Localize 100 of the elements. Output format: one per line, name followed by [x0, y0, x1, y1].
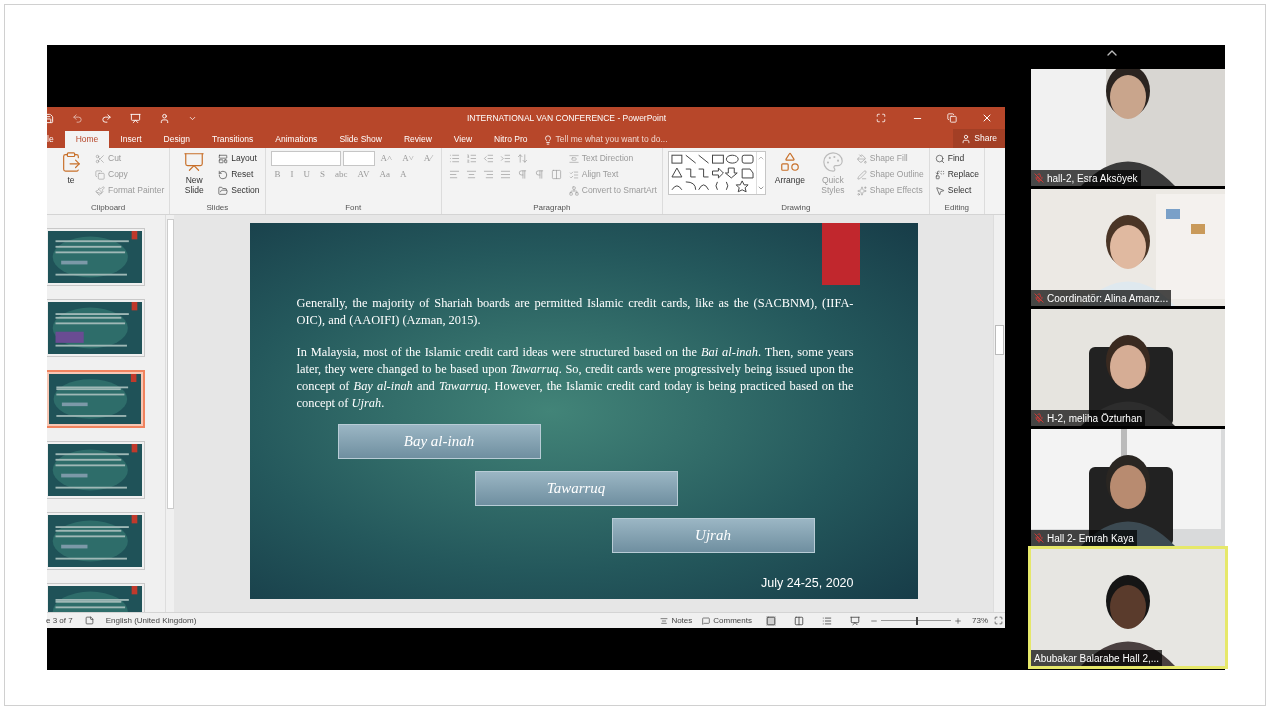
format-button[interactable]: A˄ [376, 151, 397, 166]
ribbon-icon [856, 185, 867, 196]
ribbon-icon [934, 169, 945, 180]
close-icon[interactable] [981, 112, 993, 124]
format-button[interactable]: U [299, 167, 315, 182]
font-size-field[interactable] [342, 151, 375, 166]
participant-name: H-2, meliha Özturhan [1047, 411, 1143, 426]
notes-button[interactable]: Notes [660, 614, 693, 627]
slide-counter: e 3 of 7 [46, 614, 73, 627]
spelling-icon[interactable] [84, 616, 94, 625]
format-button[interactable]: abc [331, 167, 352, 182]
diagram-box: Bay al-inah [337, 424, 541, 459]
ribbon-tab[interactable]: Slide Show [328, 131, 393, 148]
ribbon-icon [934, 153, 945, 164]
font-name-field[interactable] [270, 151, 341, 166]
paragraph-icon [516, 169, 528, 180]
ribbon-icon [856, 153, 867, 164]
slide-accent [821, 223, 860, 285]
paragraph-icon [448, 153, 460, 164]
ribbon-tab[interactable]: Animations [264, 131, 329, 148]
paragraph-icon [465, 169, 477, 180]
paragraph-icon [516, 153, 528, 164]
scroll-thumb[interactable] [166, 219, 174, 509]
ribbon-tab[interactable]: Home [64, 131, 110, 148]
video-tile[interactable]: hall-2, Esra Aksöyek [1031, 69, 1225, 186]
format-button[interactable]: A˅ [398, 151, 418, 166]
group-label: Editing [943, 202, 971, 214]
ribbon-tab[interactable]: Design [152, 131, 202, 148]
scroll-thumb[interactable] [995, 325, 1004, 355]
group-label: Clipboard [90, 202, 127, 214]
ribbon-icon [60, 151, 82, 173]
ribbon-icon [218, 169, 229, 180]
ribbon-icon [95, 169, 105, 180]
paragraph-icon [499, 169, 511, 180]
paragraph-icon [465, 153, 477, 164]
share-button[interactable]: Share [953, 129, 1005, 148]
ribbon-tab[interactable]: Nitro Pro [483, 131, 539, 148]
zoom-slider[interactable] [881, 616, 951, 625]
video-tile[interactable]: Coordinatör: Alina Amanz... [1031, 189, 1225, 306]
ribbon-button[interactable]: Find [934, 151, 965, 166]
ribbon-tab[interactable]: Review [392, 131, 443, 148]
paragraph-icon [533, 169, 545, 180]
format-button[interactable]: A [395, 167, 411, 182]
ribbon-tab[interactable]: View [442, 131, 484, 148]
format-button[interactable]: A⁄ [419, 151, 436, 166]
group-label: Drawing [780, 202, 812, 214]
slide-paragraph: Generally, the majority of Shariah boards are permitted Islamic credit cards, like as the (SACBNM), (IIFA-OIC), and (AAOIFI) (Azman, 2015). [296, 295, 854, 329]
ribbon-icon [568, 185, 579, 196]
slideshow-icon[interactable] [130, 112, 141, 124]
ribbon-button[interactable]: Reset [218, 167, 254, 182]
slide-paragraph: In Malaysia, most of the Islamic credit card ideas were structured based on the Bai al-inah. Then, some years later, they were changed to be based upon Tawarruq. So, credit cards were progressively being issued upon the concept of Bay al-inah and Tawarruq. However, the Islamic credit card today is being practiced based on the concept of Ujrah. [296, 344, 854, 412]
scrollbar[interactable] [993, 215, 1005, 612]
ribbon-tab[interactable]: Transitions [201, 131, 265, 148]
shapes-gallery[interactable] [667, 151, 766, 195]
zoom-in-icon[interactable] [954, 616, 962, 625]
scroll-up-icon[interactable] [756, 154, 765, 162]
video-tile[interactable]: H-2, meliha Özturhan [1031, 309, 1225, 426]
ribbon-icon [568, 153, 579, 164]
slideshow-view-icon[interactable] [850, 615, 860, 626]
ribbon-icon [95, 153, 105, 164]
scrollbar[interactable] [165, 215, 174, 612]
normal-view-icon[interactable] [766, 615, 776, 626]
sorter-view-icon[interactable] [794, 615, 804, 626]
video-tile[interactable]: Abubakar Balarabe Hall 2,... [1031, 549, 1225, 666]
group-label: Paragraph [532, 202, 572, 214]
ribbon-icon [183, 151, 206, 173]
ribbon-icon [218, 185, 229, 196]
ribbon-tab[interactable]: le [47, 131, 65, 148]
reading-view-icon[interactable] [822, 615, 832, 626]
ribbon-button[interactable]: Arrange [770, 151, 809, 185]
slide-date: July 24-25, 2020 [761, 575, 854, 593]
comments-button[interactable]: Comments [702, 614, 752, 627]
ribbon-button[interactable]: te [52, 151, 90, 185]
ribbon-icon [821, 151, 844, 173]
redo-icon[interactable] [101, 112, 112, 124]
person-icon [961, 133, 972, 144]
video-tile[interactable]: Hall 2- Emrah Kaya [1031, 429, 1225, 546]
diagram-box: Ujrah [611, 518, 815, 553]
format-button[interactable]: Aa [375, 167, 394, 182]
ribbon-button[interactable]: Select [934, 183, 972, 198]
scroll-down-icon[interactable] [756, 184, 765, 192]
ribbon-display-icon[interactable] [876, 113, 886, 123]
undo-icon[interactable] [72, 112, 83, 124]
participant-name: Coordinatör: Alina Amanz... [1047, 291, 1169, 306]
ribbon-button[interactable]: Replace [934, 167, 979, 182]
restore-icon[interactable] [947, 113, 957, 123]
format-button[interactable]: B [270, 167, 285, 182]
format-button[interactable]: AV [353, 167, 374, 182]
language-status[interactable]: English (United Kingdom) [105, 614, 197, 627]
tell-me-field[interactable]: Tell me what you want to do... [542, 131, 954, 148]
participant-name: Abubakar Balarabe Hall 2,... [1034, 651, 1160, 666]
zoom-level[interactable]: 73% [972, 614, 988, 627]
ribbon-tab[interactable]: Insert [109, 131, 153, 148]
ribbon-icon [778, 151, 801, 173]
ribbon-button[interactable]: Layout [218, 151, 257, 166]
notes-icon [660, 616, 669, 625]
ribbon-button[interactable]: Section [218, 183, 260, 198]
account-icon[interactable] [159, 112, 170, 124]
fit-slide-icon[interactable] [994, 616, 1003, 625]
ribbon-button[interactable]: New Slide [175, 151, 214, 195]
